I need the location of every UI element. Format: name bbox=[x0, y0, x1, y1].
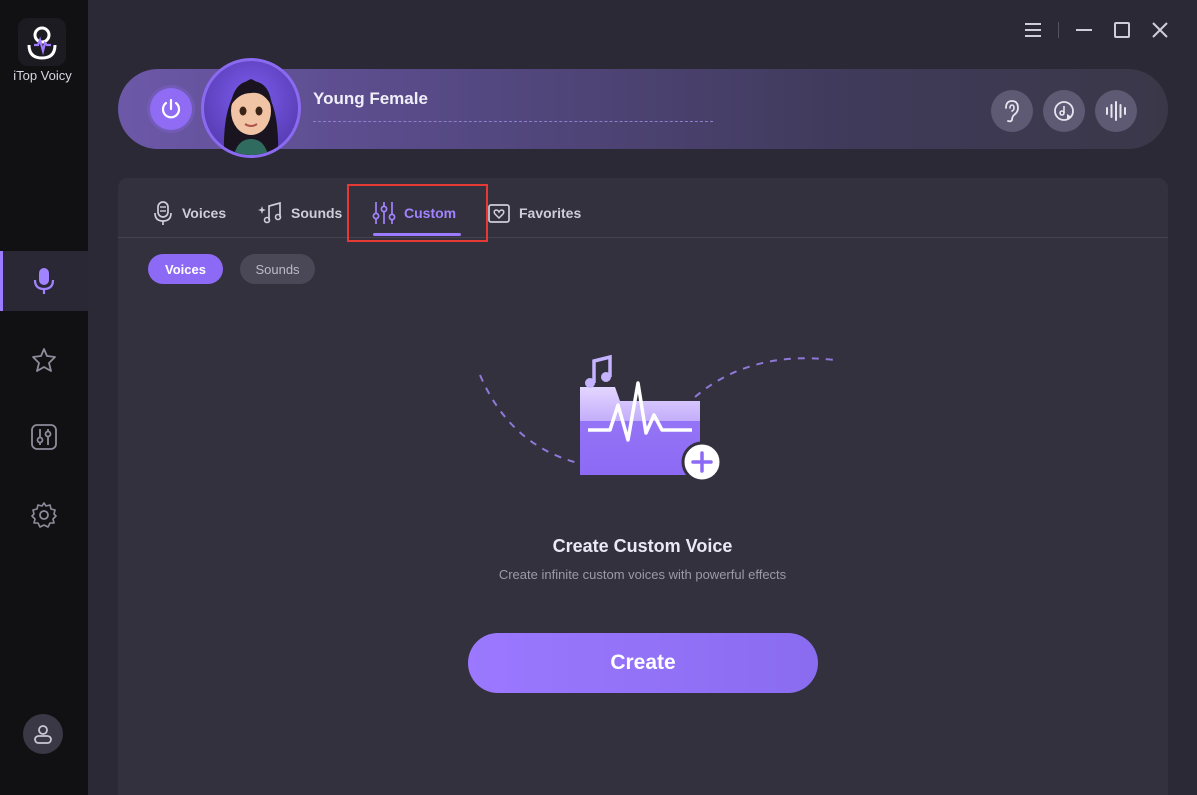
nav-voice-changer[interactable] bbox=[0, 251, 88, 311]
minimize-icon bbox=[1076, 29, 1092, 31]
power-icon bbox=[161, 98, 181, 119]
user-icon bbox=[34, 725, 52, 744]
voice-avatar bbox=[201, 58, 301, 158]
music-disc-icon bbox=[1054, 101, 1074, 121]
empty-state-subtitle: Create infinite custom voices with power… bbox=[498, 567, 787, 582]
app-logo bbox=[18, 18, 66, 66]
maximize-icon bbox=[1114, 22, 1130, 38]
microphone-icon bbox=[33, 268, 55, 294]
menu-button[interactable] bbox=[1014, 17, 1052, 43]
subtab-voices[interactable]: Voices bbox=[148, 254, 223, 284]
equalizer-icon bbox=[31, 424, 57, 450]
ear-icon bbox=[1005, 100, 1019, 123]
sidebar: iTop Voicy bbox=[0, 0, 88, 795]
soundwave-icon bbox=[1106, 101, 1126, 121]
soundwave-button[interactable] bbox=[1095, 90, 1137, 132]
tab-sounds-label: Sounds bbox=[291, 205, 343, 221]
nav-mixer[interactable] bbox=[0, 407, 88, 467]
tab-voices[interactable]: Voices bbox=[152, 198, 226, 228]
voice-waveform-line bbox=[313, 121, 713, 122]
nav-effects[interactable] bbox=[0, 330, 88, 390]
minimize-button[interactable] bbox=[1065, 17, 1103, 43]
tab-favorites[interactable]: Favorites bbox=[487, 198, 581, 228]
highlight-annotation-box bbox=[347, 184, 488, 242]
window-controls bbox=[1014, 17, 1179, 43]
young-female-avatar-icon bbox=[223, 79, 279, 155]
music-play-button[interactable] bbox=[1043, 90, 1085, 132]
tab-sounds[interactable]: Sounds bbox=[257, 198, 342, 228]
create-button[interactable]: Create bbox=[468, 633, 818, 693]
account-button[interactable] bbox=[23, 714, 63, 754]
microphone-icon bbox=[154, 201, 172, 225]
hamburger-menu-icon bbox=[1025, 23, 1041, 37]
gear-icon bbox=[31, 502, 57, 528]
subtab-sounds[interactable]: Sounds bbox=[240, 254, 315, 284]
custom-voice-illustration bbox=[479, 354, 836, 483]
divider bbox=[1058, 22, 1059, 38]
power-toggle-button[interactable] bbox=[150, 88, 192, 130]
maximize-button[interactable] bbox=[1103, 17, 1141, 43]
close-button[interactable] bbox=[1141, 17, 1179, 43]
current-voice-name: Young Female bbox=[313, 89, 428, 108]
tab-favorites-label: Favorites bbox=[519, 205, 582, 221]
app-name: iTop Voicy bbox=[13, 68, 72, 83]
heart-frame-icon bbox=[488, 204, 510, 223]
app-window: iTop Voicy Young Female Voices Sounds Cu… bbox=[0, 0, 1197, 795]
close-icon bbox=[1152, 22, 1168, 38]
listen-button[interactable] bbox=[991, 90, 1033, 132]
tab-voices-label: Voices bbox=[182, 205, 227, 221]
star-sparkle-icon bbox=[32, 348, 56, 372]
voicy-logo-icon bbox=[27, 26, 57, 60]
music-note-sparkle-icon bbox=[258, 201, 282, 224]
empty-state-title: Create Custom Voice bbox=[552, 536, 733, 556]
